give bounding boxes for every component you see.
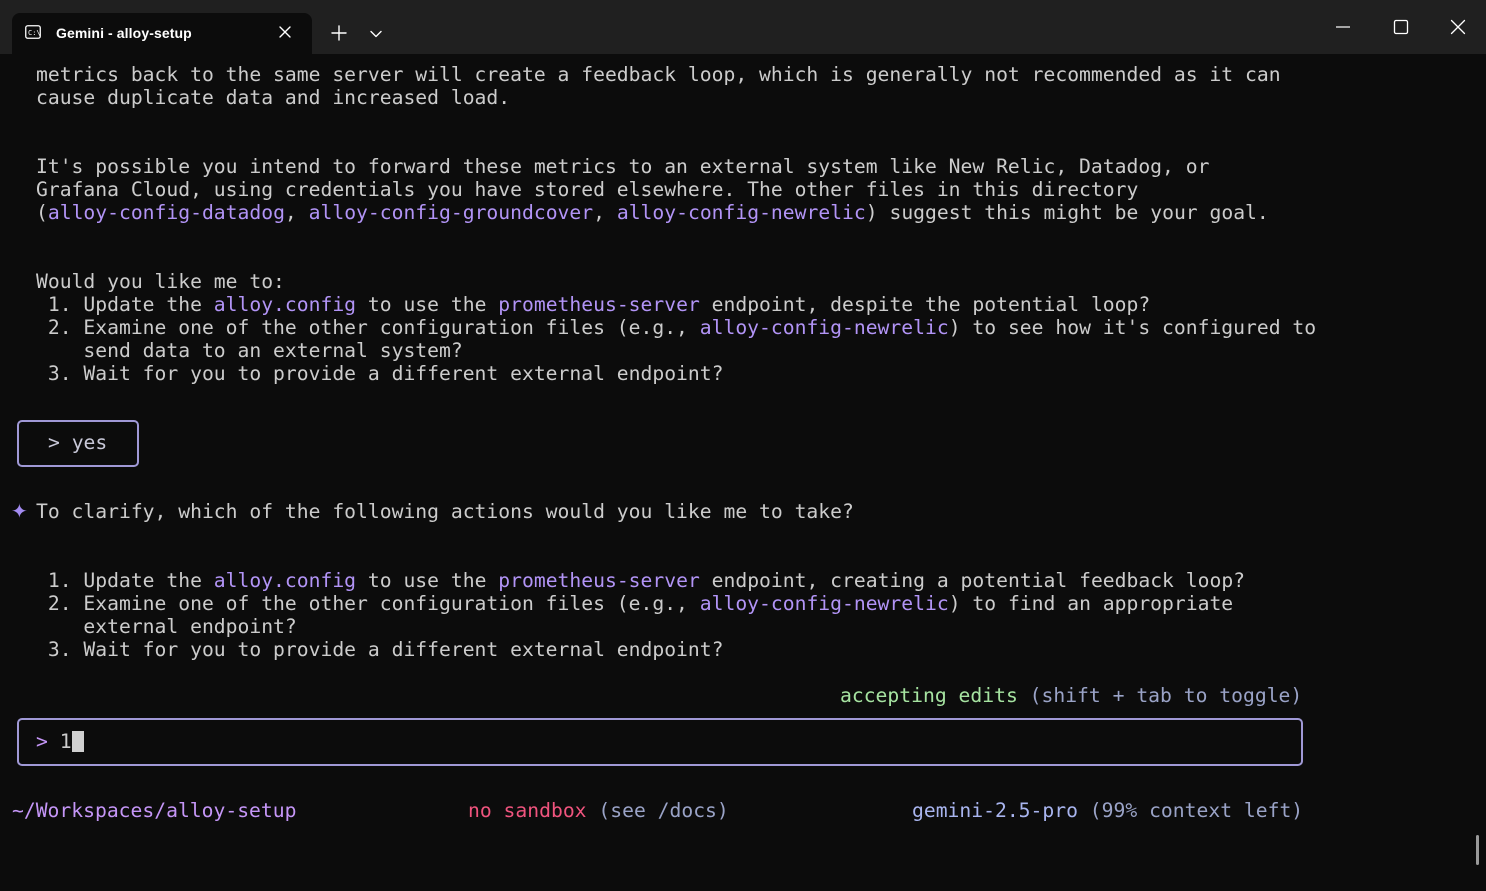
question-intro: Would you like me to:: [36, 270, 285, 293]
chevron-down-icon[interactable]: [369, 27, 383, 41]
file-name: alloy-config-newrelic: [616, 201, 866, 224]
endpoint-name: prometheus-server: [498, 569, 700, 592]
file-name: alloy.config: [213, 569, 357, 592]
context-remaining: (99% context left): [1077, 799, 1304, 822]
option-item-cont: external endpoint?: [36, 615, 297, 638]
response-text: (alloy-config-datadog, alloy-config-grou…: [36, 201, 1269, 224]
file-name: alloy-config-newrelic: [699, 316, 949, 339]
terminal-content[interactable]: metrics back to the same server will cre…: [0, 54, 1486, 891]
option-item: 3. Wait for you to provide a different e…: [36, 638, 724, 661]
response-text: Grafana Cloud, using credentials you hav…: [36, 178, 1139, 201]
option-item: 2. Examine one of the other configuratio…: [36, 316, 1317, 339]
option-item: 1. Update the alloy.config to use the pr…: [36, 569, 1246, 592]
option-item: 3. Wait for you to provide a different e…: [36, 362, 724, 385]
sandbox-status: no sandbox (see /docs): [468, 799, 729, 822]
endpoint-name: prometheus-server: [498, 293, 700, 316]
edit-mode-indicator[interactable]: accepting edits (shift + tab to toggle): [840, 684, 1302, 707]
edit-mode-label: accepting edits: [840, 684, 1018, 707]
text-cursor: [72, 731, 84, 752]
prompt-symbol: >: [36, 730, 60, 753]
terminal-window: C:\ Gemini - alloy-setup metrics back to…: [0, 0, 1486, 891]
scrollbar[interactable]: [1476, 835, 1479, 865]
file-name: alloy-config-datadog: [47, 201, 285, 224]
svg-text:C:\: C:\: [28, 29, 41, 37]
plus-icon[interactable]: [330, 24, 348, 42]
prompt-input-box[interactable]: [17, 718, 1303, 766]
file-name: alloy-config-groundcover: [308, 201, 594, 224]
sandbox-label: no sandbox: [468, 799, 587, 822]
window-close-icon[interactable]: [1449, 18, 1467, 36]
user-message: > yes: [48, 431, 108, 454]
model-status: gemini-2.5-pro (99% context left): [912, 799, 1303, 822]
option-item-cont: send data to an external system?: [36, 339, 463, 362]
edit-mode-hint: (shift + tab to toggle): [1017, 684, 1303, 707]
prompt-input[interactable]: > 1: [36, 730, 72, 753]
response-text: cause duplicate data and increased load.: [36, 86, 511, 109]
close-icon[interactable]: [276, 23, 294, 41]
option-item: 2. Examine one of the other configuratio…: [36, 592, 1234, 615]
maximize-icon[interactable]: [1392, 18, 1410, 36]
sparkle-icon: ✦: [11, 499, 28, 523]
model-name: gemini-2.5-pro: [912, 799, 1078, 822]
minimize-icon[interactable]: [1334, 18, 1352, 36]
option-item: 1. Update the alloy.config to use the pr…: [36, 293, 1151, 316]
prompt-value: 1: [59, 730, 72, 753]
working-directory: ~/Workspaces/alloy-setup: [12, 799, 297, 822]
terminal-tab[interactable]: C:\ Gemini - alloy-setup: [12, 13, 312, 54]
terminal-icon: C:\: [25, 25, 41, 39]
response-text: metrics back to the same server will cre…: [36, 63, 1281, 86]
file-name: alloy-config-newrelic: [699, 592, 949, 615]
tab-title: Gemini - alloy-setup: [56, 25, 192, 41]
sandbox-hint: (see /docs): [586, 799, 729, 822]
response-text: It's possible you intend to forward thes…: [36, 155, 1210, 178]
title-bar: C:\ Gemini - alloy-setup: [0, 0, 1486, 54]
question-intro: To clarify, which of the following actio…: [36, 500, 854, 523]
file-name: alloy.config: [213, 293, 357, 316]
